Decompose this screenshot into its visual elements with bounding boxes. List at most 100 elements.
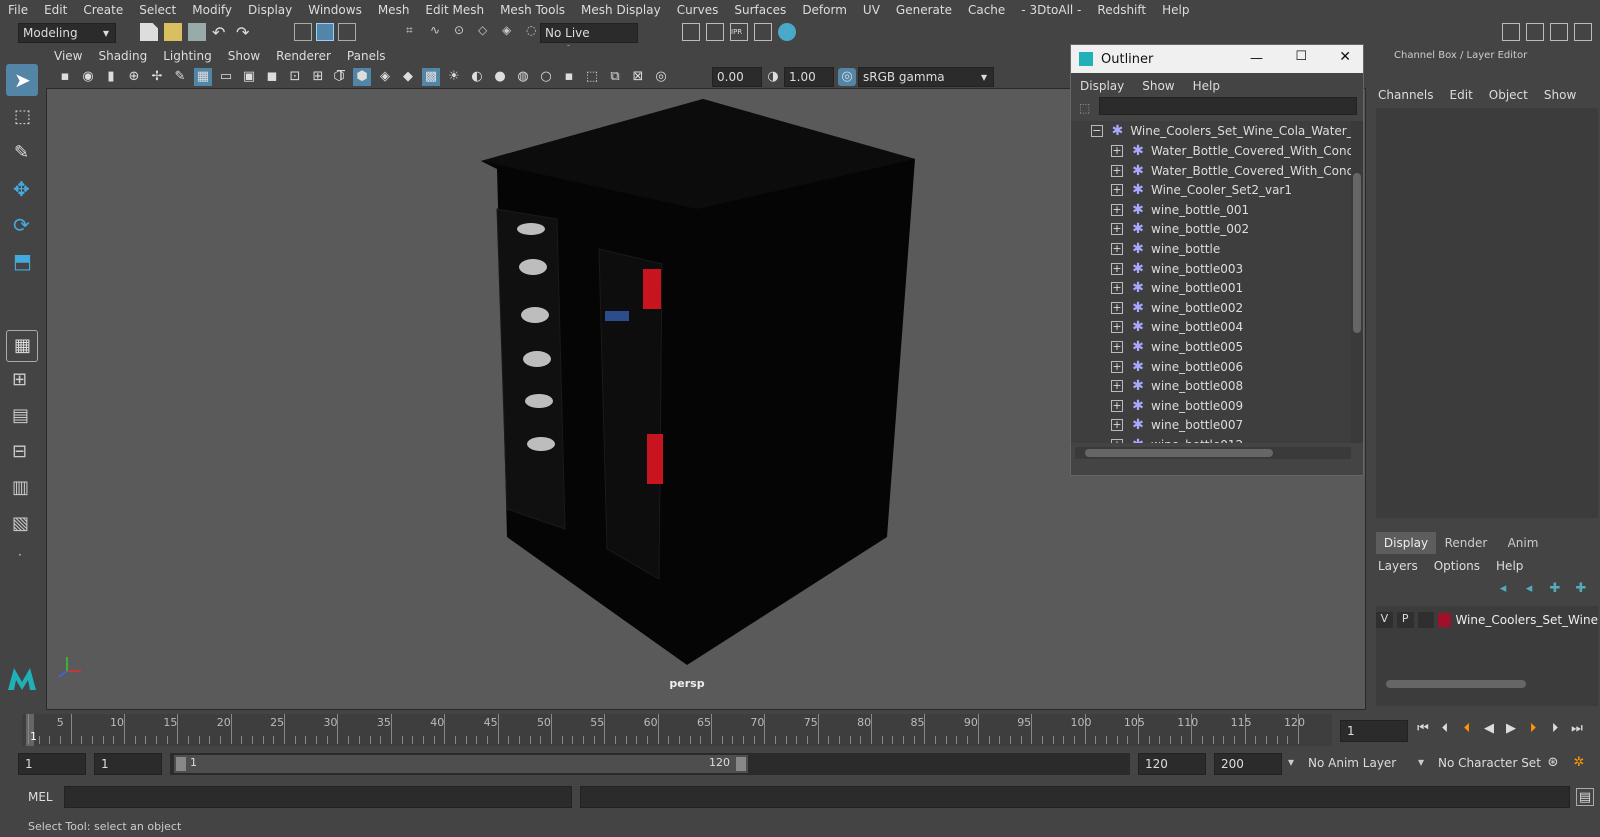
paint-select-button[interactable]: ✎ [6,138,38,170]
menu-uv[interactable]: UV [855,3,888,17]
outliner-item-row[interactable]: + ✱ wine_bottle005 [1111,337,1351,357]
outliner-item-row[interactable]: + ✱ wine_bottle012 [1111,435,1351,443]
textured-icon[interactable]: ◆ [399,68,417,86]
tab-display[interactable]: Display [1376,532,1436,554]
outliner-layout-button[interactable]: ▤ [6,402,38,432]
menu-mesh-tools[interactable]: Mesh Tools [492,3,573,17]
gamma-icon[interactable]: ◑ [764,68,782,86]
go-to-end-icon[interactable]: ⏭ [1568,720,1586,738]
redo-icon[interactable]: ↷ [236,23,254,42]
select-object-icon[interactable] [316,23,334,41]
ipr-render-icon[interactable]: IPR [730,23,748,41]
step-back-frame-icon[interactable]: ⏴ [1436,720,1454,738]
menu-file[interactable]: File [0,3,36,17]
two-d-pan-icon[interactable]: ✢ [148,68,166,86]
outliner-vscroll-thumb[interactable] [1353,173,1361,333]
current-frame-field[interactable]: 1 [1340,720,1408,742]
move-layer-down-icon[interactable]: ◂ [1520,580,1538,598]
chevron-down-icon[interactable]: ▾ [1418,755,1424,769]
graph-layout-button[interactable]: ⊟ [6,438,38,468]
expand-icon[interactable]: + [1111,321,1123,334]
exposure-icon[interactable]: ◎ [652,68,670,86]
expand-icon[interactable]: + [1111,243,1123,255]
lighting-icon[interactable]: ▩ [422,68,440,86]
menu-surfaces[interactable]: Surfaces [726,3,794,17]
panel-menu-renderer[interactable]: Renderer [268,49,339,63]
close-icon[interactable]: ✕ [1339,49,1351,65]
outliner-search-input[interactable] [1099,97,1357,115]
menu-generate[interactable]: Generate [888,3,960,17]
isolate-select-icon[interactable]: ▪ [560,68,578,86]
outliner-item-row[interactable]: + ✱ Water_Bottle_Covered_With_Condens [1111,161,1351,181]
panel-menu-panels[interactable]: Panels [339,49,394,63]
xray-icon[interactable]: ⬚ [583,68,601,86]
outliner-item-row[interactable]: + ✱ wine_bottle_001 [1111,200,1351,220]
layer-visibility-toggle[interactable]: V [1376,612,1393,628]
camera-attributes-icon[interactable]: ◉ [79,68,97,86]
playback-end-field[interactable]: 120 [1138,753,1206,775]
outliner-item-row[interactable]: + ✱ wine_bottle_002 [1111,219,1351,239]
panel-menu-show[interactable]: Show [220,49,268,63]
xray-active-icon[interactable]: ⊠ [629,68,647,86]
render-view-icon[interactable] [754,23,772,41]
minimize-icon[interactable]: — [1250,51,1263,66]
cb-menu-edit[interactable]: Edit [1442,88,1481,102]
four-view-layout-button[interactable]: ⊞ [6,366,38,396]
outliner-item-row[interactable]: + ✱ wine_bottle007 [1111,415,1351,435]
chevron-down-icon[interactable]: ▾ [1288,755,1294,769]
attribute-editor-icon[interactable] [1526,23,1544,41]
menu-mesh[interactable]: Mesh [370,3,418,17]
layer-color-swatch[interactable] [1438,613,1452,627]
resolution-gate-icon[interactable]: ▣ [240,68,258,86]
outliner-item-row[interactable]: + ✱ wine_bottle004 [1111,317,1351,337]
lasso-tool-button[interactable]: ⬚ [6,102,38,134]
snap-curve-icon[interactable]: ∿ [430,23,448,41]
layer-menu-help[interactable]: Help [1488,559,1531,573]
cb-menu-channels[interactable]: Channels [1370,88,1442,102]
wireframe-on-shaded-icon[interactable]: ◈ [376,68,394,86]
modeling-toolkit-icon[interactable] [1502,23,1520,41]
expand-icon[interactable]: + [1111,262,1123,275]
script-editor-icon[interactable]: ▤ [1576,788,1594,806]
expand-icon[interactable]: + [1111,282,1123,295]
menu-redshift[interactable]: Redshift [1089,3,1154,17]
select-camera-icon[interactable]: ▪ [56,68,74,86]
filter-icon[interactable]: ⬚ [1079,101,1090,115]
outliner-item-row[interactable]: + ✱ wine_bottle001 [1111,278,1351,298]
range-slider-end-grip[interactable] [736,757,746,771]
expand-icon[interactable]: + [1111,164,1123,177]
menu-edit-mesh[interactable]: Edit Mesh [417,3,492,17]
smooth-shade-icon[interactable]: ⬢ [353,68,371,86]
expand-icon[interactable]: + [1111,341,1123,353]
live-surface-field[interactable]: No Live Surface [540,23,638,58]
play-backwards-icon[interactable]: ◀ [1480,720,1498,738]
outliner-root-row[interactable]: − ✱ Wine_Coolers_Set_Wine_Cola_Water_ncl… [1091,121,1351,141]
layer-playback-toggle[interactable]: P [1396,612,1414,628]
menu-cache[interactable]: Cache [960,3,1013,17]
step-forward-key-icon[interactable]: ⏵ [1524,720,1542,738]
layer-menu-layers[interactable]: Layers [1370,559,1426,573]
snap-view-icon[interactable]: ◇ [478,23,496,41]
shadows-icon[interactable]: ☀ [445,68,463,86]
go-to-start-icon[interactable]: ⏮ [1414,720,1432,738]
maximize-icon[interactable]: ☐ [1295,49,1307,64]
gate-mask-icon[interactable]: ◼ [263,68,281,86]
expand-icon[interactable]: + [1111,223,1123,236]
grease-pencil-icon[interactable]: ✎ [171,68,189,86]
outliner-hscroll-thumb[interactable] [1085,449,1273,457]
film-gate-icon[interactable]: ▭ [217,68,235,86]
mel-command-input[interactable] [64,786,572,808]
channel-box-icon[interactable] [1574,23,1592,41]
new-layer-icon[interactable]: ✚ [1546,580,1564,598]
open-scene-icon[interactable] [164,23,182,41]
toolbox-more-button[interactable]: · [6,546,38,570]
persp-graph-layout-button[interactable]: ▥ [6,474,38,504]
expand-icon[interactable]: + [1111,439,1123,443]
menu-edit[interactable]: Edit [36,3,75,17]
anti-aliasing-icon[interactable]: ◍ [514,68,532,86]
field-chart-icon[interactable]: ⊡ [286,68,304,86]
mel-label[interactable]: MEL [28,790,53,804]
panel-menu-shading[interactable]: Shading [90,49,155,63]
safe-action-icon[interactable]: ⊞ [309,68,327,86]
expand-icon[interactable]: + [1111,203,1123,216]
